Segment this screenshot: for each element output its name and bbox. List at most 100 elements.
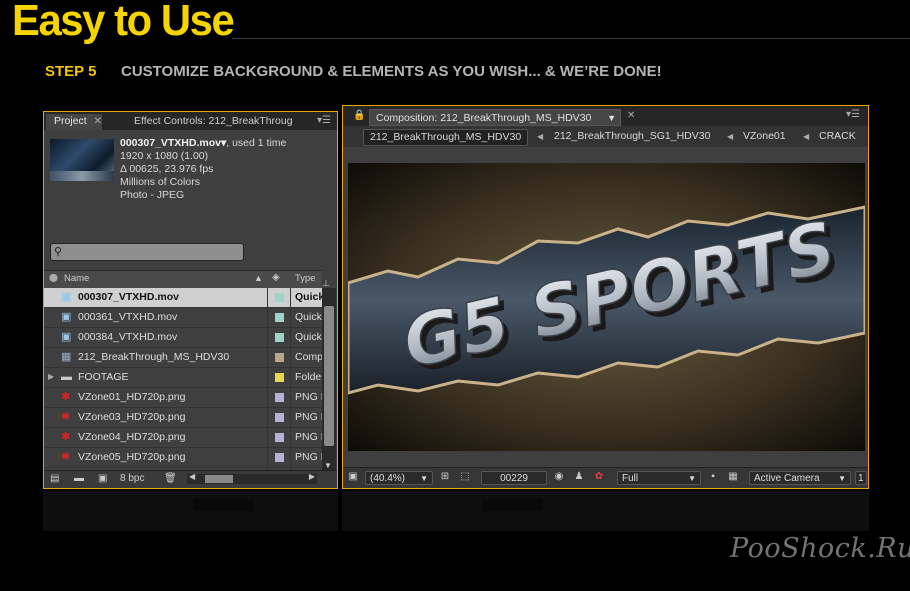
column-divider [267,428,268,447]
fast-previews-icon[interactable]: ▪ [707,471,719,483]
label-color-swatch[interactable] [275,433,284,442]
transparency-grid-icon[interactable]: ▦ [727,471,739,483]
project-item-name: VZone05_HD720p.png [78,451,186,463]
breadcrumb-item[interactable]: 212_BreakThrough_SG1_HDV30 [554,129,710,144]
column-divider [290,428,291,447]
views-dropdown[interactable]: 1 [855,471,867,485]
column-divider [267,408,268,427]
project-item-row[interactable]: ✱ VZone04_HD720p.png PNG I [44,428,322,448]
label-color-swatch[interactable] [275,333,284,342]
preview-toggle-icon[interactable]: ▣ [347,471,359,483]
camera-snapshot-icon[interactable]: ◉ [553,471,565,483]
new-composition-icon[interactable]: ▣ [98,473,107,484]
movie-icon: ▣ [61,311,72,323]
trash-icon[interactable]: 🗑 [164,473,177,484]
project-item-row[interactable]: ▶ ▬ FOOTAGE Folde [44,368,322,388]
chevron-down-icon: ▼ [838,474,846,483]
lock-icon[interactable]: 🔒 [353,110,365,121]
project-item-name: VZone04_HD720p.png [78,431,186,443]
timecode-field[interactable]: 00229 [481,471,547,485]
column-divider [267,388,268,407]
project-item-name: 000384_VTXHD.mov [78,331,178,343]
column-divider [290,448,291,467]
project-item-row[interactable]: ✱ VZone03_HD720p.png PNG I [44,408,322,428]
column-divider [267,368,268,387]
scrollbar-thumb[interactable] [324,306,334,446]
label-color-swatch[interactable] [275,293,284,302]
channel-rgb-icon[interactable]: ✿ [593,471,605,483]
footage-resolution: 1920 x 1080 (1.00) [120,150,209,162]
resolution-dropdown[interactable]: Full ▼ [617,471,701,485]
project-panel: Project ✕ Effect Controls: 212_BreakThro… [43,111,338,489]
project-item-row[interactable]: ✱ VZone05_HD720p.png PNG I [44,448,322,468]
scroll-left-icon[interactable]: ◀ [189,472,195,481]
tab-composition[interactable]: Composition: 212_BreakThrough_MS_HDV30 ▼ [369,109,621,126]
project-item-row[interactable]: ▣ 000307_VTXHD.mov Quick [44,288,322,308]
column-divider [267,288,268,307]
search-input[interactable]: ⚲ [50,243,244,261]
composition-tabbar: 🔒 Composition: 212_BreakThrough_MS_HDV30… [343,106,868,126]
interpret-footage-icon[interactable]: ▤ [50,473,59,484]
show-snapshot-icon[interactable]: ♟ [573,471,585,483]
breadcrumb-item[interactable]: 212_BreakThrough_MS_HDV30 [363,129,529,146]
composition-panel: 🔒 Composition: 212_BreakThrough_MS_HDV30… [342,105,869,489]
column-name[interactable]: Name [64,273,89,284]
panel-menu-icon[interactable]: ▾☰ [846,109,860,120]
breadcrumb-item[interactable]: CRACK [819,129,856,144]
bit-depth-button[interactable]: 8 bpc [120,473,144,484]
label-color-swatch[interactable] [275,413,284,422]
region-of-interest-icon[interactable]: ⬚ [459,471,471,483]
column-divider [290,328,291,347]
breadcrumb: 212_BreakThrough_MS_HDV30 ◀ 212_BreakThr… [343,126,868,147]
zoom-dropdown[interactable]: (40.4%) ▼ [365,471,433,485]
new-folder-icon[interactable]: ▬ [74,473,84,484]
project-item-row[interactable]: ✱ VZone01_HD720p.png PNG I [44,388,322,408]
close-icon[interactable]: ✕ [94,116,102,127]
sort-arrow-icon[interactable]: ▲ [254,273,263,283]
scroll-right-icon[interactable]: ▶ [309,472,315,481]
project-item-name: 000307_VTXHD.mov [78,291,179,303]
watermark-logo: PooShock.Ru [730,533,910,564]
footage-codec: Photo - JPEG [120,189,185,201]
footage-name: 000307_VTXHD.mov▾ [120,137,227,149]
sort-toggle-icon[interactable]: ⬤ [49,273,58,282]
footage-usage: , used 1 time [226,137,287,149]
camera-dropdown[interactable]: Active Camera ▼ [749,471,851,485]
label-tag-icon[interactable]: ◈ [272,272,280,283]
footage-duration: Δ 00625, 23.976 fps [120,163,214,175]
label-color-swatch[interactable] [275,353,284,362]
project-item-type: Quick [295,331,322,343]
resolution-value: Full [622,473,639,484]
vertical-scrollbar[interactable]: ⊥ ▼ [322,278,336,472]
scroll-down-icon[interactable]: ▼ [324,461,332,470]
chevron-down-icon[interactable]: ▼ [607,110,616,126]
column-divider [267,448,268,467]
safe-margins-icon[interactable]: ⊞ [439,471,451,483]
breadcrumb-arrow-icon: ◀ [727,132,734,141]
tab-effect-controls[interactable]: Effect Controls: 212_BreakThroug [126,114,316,130]
project-tabbar: Project ✕ Effect Controls: 212_BreakThro… [44,112,337,130]
label-color-swatch[interactable] [275,393,284,402]
column-type[interactable]: Type [295,273,316,284]
close-icon[interactable]: ✕ [627,110,635,121]
panel-menu-icon[interactable]: ▾☰ [317,115,331,126]
tab-project[interactable]: Project ✕ [46,114,102,130]
step-label: STEP 5 [45,63,97,80]
hscroll-thumb[interactable] [205,475,233,483]
project-item-row[interactable]: ▣ 000361_VTXHD.mov Quick [44,308,322,328]
project-item-row[interactable]: ▦ 212_BreakThrough_MS_HDV30 Comp [44,348,322,368]
chevron-down-icon: ▼ [420,474,428,483]
label-color-swatch[interactable] [275,313,284,322]
movie-icon: ▣ [61,291,72,303]
horizontal-scrollbar[interactable]: ◀ ▶ [187,472,317,484]
label-color-swatch[interactable] [275,373,284,382]
label-color-swatch[interactable] [275,453,284,462]
column-divider [267,328,268,347]
expand-arrow-icon[interactable]: ▶ [48,368,54,386]
flowchart-icon[interactable]: ⊥ [322,278,330,289]
breadcrumb-item[interactable]: VZone01 [743,129,786,144]
composition-viewer[interactable]: G5 SPORTS G5 SPORTS [348,163,865,451]
project-item-row[interactable]: ▣ 000384_VTXHD.mov Quick [44,328,322,348]
tab-project-label: Project [54,115,87,127]
tab-effect-controls-label: Effect Controls: 212_BreakThroug [134,115,293,127]
